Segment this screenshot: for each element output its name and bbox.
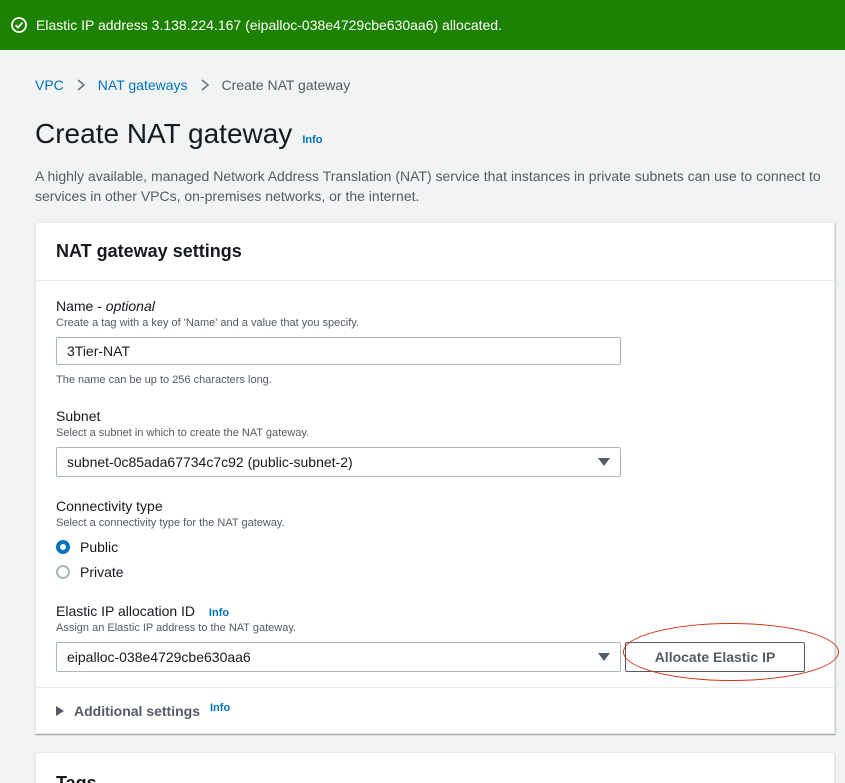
radio-public[interactable]: Public <box>56 534 124 559</box>
connectivity-options: Public Private <box>56 534 124 584</box>
name-label: Name - optional <box>56 298 155 314</box>
radio-private-label: Private <box>80 563 124 580</box>
connectivity-label: Connectivity type <box>56 498 163 514</box>
page-title: Create NAT gateway <box>35 118 293 149</box>
success-flash-banner: Elastic IP address 3.138.224.167 (eipall… <box>0 0 845 50</box>
caret-down-icon <box>598 653 610 661</box>
subnet-hint: Select a subnet in which to create the N… <box>56 427 310 439</box>
caret-right-icon <box>56 706 64 716</box>
tags-panel: Tags <box>35 752 835 783</box>
breadcrumb-nat-gateways[interactable]: NAT gateways <box>98 77 188 93</box>
chevron-right-icon <box>76 79 86 91</box>
name-constraint: The name can be up to 256 characters lon… <box>56 374 272 386</box>
additional-settings-toggle[interactable]: Additional settings Info <box>56 702 230 719</box>
name-input[interactable] <box>56 337 621 365</box>
breadcrumb: VPC NAT gateways Create NAT gateway <box>35 77 350 93</box>
chevron-right-icon <box>200 79 210 91</box>
name-hint: Create a tag with a key of 'Name' and a … <box>56 317 359 329</box>
additional-settings-label: Additional settings <box>74 703 200 719</box>
eip-hint: Assign an Elastic IP address to the NAT … <box>56 622 297 634</box>
panel-header: NAT gateway settings <box>36 223 834 281</box>
annotation-oval <box>623 623 839 681</box>
name-field: Name - optional Create a tag with a key … <box>56 298 359 329</box>
check-circle-icon <box>10 16 28 34</box>
tags-title: Tags <box>56 773 97 783</box>
eip-select[interactable]: eipalloc-038e4729cbe630aa6 <box>56 642 621 672</box>
radio-public-label: Public <box>80 538 119 555</box>
subnet-label: Subnet <box>56 408 101 424</box>
panel-title: NAT gateway settings <box>56 241 242 261</box>
eip-label-row: Elastic IP allocation ID Info <box>56 603 296 619</box>
connectivity-hint: Select a connectivity type for the NAT g… <box>56 517 285 529</box>
subnet-select[interactable]: subnet-0c85ada67734c7c92 (public-subnet-… <box>56 447 621 477</box>
caret-down-icon <box>598 458 610 466</box>
subnet-value: subnet-0c85ada67734c7c92 (public-subnet-… <box>67 454 353 470</box>
divider <box>36 687 834 688</box>
eip-field: Elastic IP allocation ID Info Assign an … <box>56 603 296 634</box>
connectivity-field: Connectivity type Select a connectivity … <box>56 498 285 529</box>
eip-label: Elastic IP allocation ID <box>56 603 196 619</box>
eip-value: eipalloc-038e4729cbe630aa6 <box>67 649 251 665</box>
breadcrumb-vpc[interactable]: VPC <box>35 77 64 93</box>
subnet-field: Subnet Select a subnet in which to creat… <box>56 408 309 439</box>
breadcrumb-current: Create NAT gateway <box>221 77 351 93</box>
radio-unchecked-icon <box>56 564 70 579</box>
eip-info-link[interactable]: Info <box>209 607 229 619</box>
page-description: A highly available, managed Network Addr… <box>35 168 821 204</box>
radio-checked-icon <box>56 539 70 554</box>
flash-message: Elastic IP address 3.138.224.167 (eipall… <box>36 17 502 33</box>
additional-info-link[interactable]: Info <box>210 702 230 714</box>
title-info-link[interactable]: Info <box>302 134 322 146</box>
nat-gateway-settings-panel: NAT gateway settings Name - optional Cre… <box>35 222 839 734</box>
radio-private[interactable]: Private <box>56 559 124 584</box>
